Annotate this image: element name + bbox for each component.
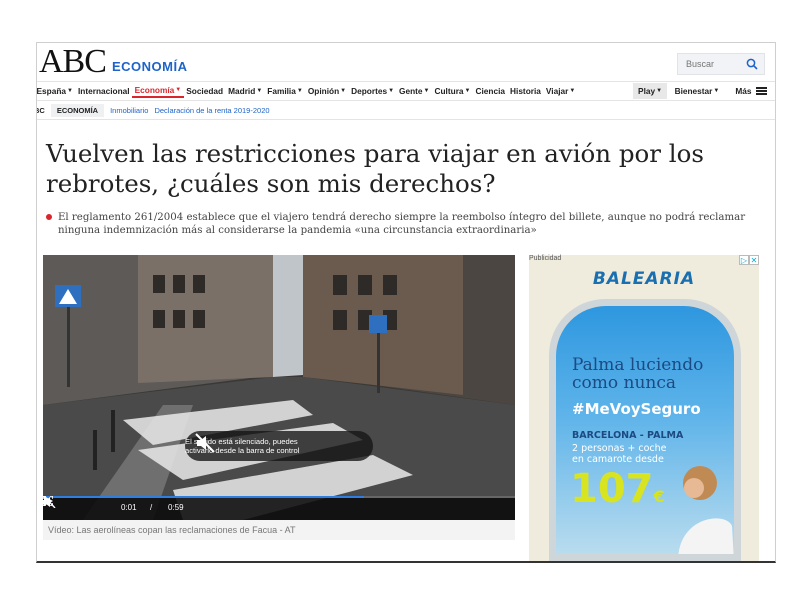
nav-item-historia[interactable]: Historia	[508, 86, 544, 96]
adchoices-icon[interactable]: ▷	[739, 255, 749, 265]
breadcrumb: BC ECONOMÍA Inmobiliario Declaración de …	[37, 104, 270, 117]
masthead: ABC ECONOMÍA	[37, 45, 775, 79]
section-title[interactable]: ECONOMÍA	[112, 59, 188, 74]
article-headline: Vuelven las restricciones para viajar en…	[46, 139, 704, 198]
nav-item-sociedad[interactable]: Sociedad	[184, 86, 226, 96]
nav-item-familia[interactable]: Familia ▼	[265, 86, 306, 96]
divider	[37, 119, 775, 120]
ad-offer-line1: 2 personas + coche	[572, 443, 667, 454]
muted-speaker-icon	[195, 433, 215, 453]
breadcrumb-link-inmobiliario[interactable]: Inmobiliario	[110, 106, 148, 115]
nav-item-opinion[interactable]: Opinión ▼	[305, 86, 348, 96]
browser-viewport: ABC ECONOMÍA España▼ Internacional Econo…	[36, 42, 776, 563]
ad-brand: BALEARIA	[592, 269, 696, 289]
article-summary: El reglamento 261/2004 establece que el …	[46, 211, 746, 237]
search-input[interactable]	[678, 54, 750, 74]
summary-text: El reglamento 261/2004 establece que el …	[58, 212, 746, 236]
ad-label: Publicidad	[529, 255, 562, 262]
video-controls: 0:01 / 0:59	[43, 496, 515, 520]
search-icon[interactable]	[746, 58, 758, 70]
time-separator: /	[150, 503, 153, 512]
ad-route: BARCELONA - PALMA	[572, 430, 684, 441]
nav-item-bienestar[interactable]: Bienestar ▼	[672, 86, 722, 96]
search-box[interactable]	[677, 53, 765, 75]
nav-item-cultura[interactable]: Cultura ▼	[432, 86, 473, 96]
chevron-down-icon: ▼	[464, 88, 471, 94]
nav-item-gente[interactable]: Gente ▼	[397, 86, 432, 96]
chevron-down-icon: ▼	[175, 86, 182, 93]
chevron-down-icon: ▼	[423, 88, 430, 94]
ad-price: 107€	[570, 466, 665, 512]
chevron-down-icon: ▼	[296, 88, 303, 94]
adchoices[interactable]: ▷ ✕	[739, 255, 759, 265]
hamburger-icon	[755, 87, 767, 95]
chevron-down-icon: ▼	[656, 88, 663, 94]
ad-window: Palma luciendo como nunca #MeVoySeguro B…	[556, 306, 734, 554]
nav-item-economia[interactable]: Economía ▼	[132, 85, 184, 98]
nav-item-play[interactable]: Play ▼	[633, 83, 668, 99]
chevron-down-icon: ▼	[388, 88, 395, 94]
child-illustration	[678, 466, 734, 554]
chevron-down-icon: ▼	[67, 88, 73, 94]
chevron-down-icon: ▼	[713, 88, 720, 94]
close-ad-icon[interactable]: ✕	[749, 255, 759, 265]
video-player[interactable]: El sonido está silenciado, puedes activa…	[43, 255, 515, 520]
nav-item-espana[interactable]: España ▼	[37, 86, 75, 96]
ad-hashtag: #MeVoySeguro	[572, 400, 701, 418]
current-time: 0:01	[121, 503, 137, 512]
nav-item-internacional[interactable]: Internacional	[75, 86, 132, 96]
fullscreen-icon[interactable]	[43, 496, 53, 506]
more-menu-button[interactable]: Más	[733, 86, 769, 96]
breadcrumb-link-renta[interactable]: Declaración de la renta 2019-2020	[154, 106, 269, 115]
ad-price-value: 107	[570, 466, 654, 512]
ad-headline-line2: como nunca	[572, 373, 677, 393]
duration: 0:59	[168, 503, 184, 512]
video-progress-bar[interactable]	[43, 496, 515, 498]
chevron-down-icon: ▼	[340, 88, 347, 94]
nav-item-viajar[interactable]: Viajar ▼	[543, 86, 577, 96]
nav-item-deportes[interactable]: Deportes ▼	[349, 86, 397, 96]
ad-porthole: Palma luciendo como nunca #MeVoySeguro B…	[549, 299, 741, 561]
advertisement[interactable]: ▷ ✕ BALEARIA Palma luciendo como nunca #…	[529, 255, 759, 561]
ad-offer-line2: en camarote desde	[572, 454, 664, 465]
ad-headline-line1: Palma luciendo	[572, 355, 704, 375]
mute-notice: El sonido está silenciado, puedes activa…	[185, 431, 373, 461]
breadcrumb-root[interactable]: BC	[37, 106, 45, 115]
nav-item-ciencia[interactable]: Ciencia	[473, 86, 508, 96]
nav-right: Play ▼ Bienestar ▼ Más	[633, 82, 769, 100]
video-progress-fill	[43, 496, 364, 498]
ad-currency: €	[653, 487, 665, 506]
chevron-down-icon: ▼	[569, 88, 576, 94]
main-nav: España ▼ Internacional Economía ▼ Sociedad…	[37, 81, 775, 101]
video-caption: Vídeo: Las aerolíneas copan las reclamac…	[43, 520, 515, 540]
bullet-icon	[46, 214, 52, 220]
breadcrumb-section[interactable]: ECONOMÍA	[50, 104, 105, 117]
ad-headline: Palma luciendo como nunca	[572, 356, 703, 392]
video-frame	[43, 255, 515, 520]
ad-offer: 2 personas + coche en camarote desde	[572, 443, 667, 465]
nav-item-madrid[interactable]: Madrid ▼	[226, 86, 265, 96]
abc-logo[interactable]: ABC	[39, 45, 107, 79]
chevron-down-icon: ▼	[256, 88, 263, 94]
